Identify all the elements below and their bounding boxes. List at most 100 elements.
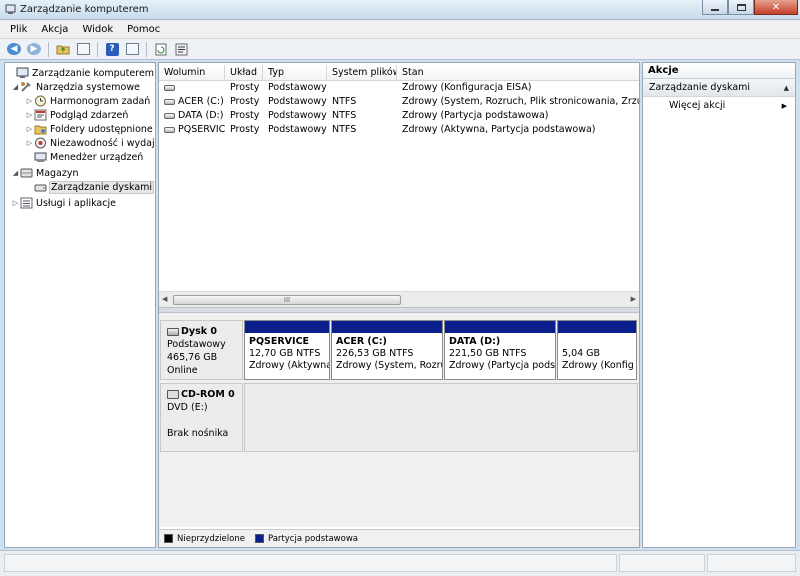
table-row[interactable]: ACER (C:) Prosty Podstawowy NTFS Zdrowy … xyxy=(159,95,639,109)
actions-title: Akcje xyxy=(643,63,795,79)
tree-item-storage[interactable]: ◢ Magazyn xyxy=(11,166,79,180)
tree-item-device-manager[interactable]: Menedżer urządzeń xyxy=(25,150,143,164)
horizontal-scrollbar[interactable]: ◀ III ▶ xyxy=(159,291,639,307)
disk-status: Online xyxy=(167,365,198,376)
volume-cell: ACER (C:) xyxy=(159,95,225,109)
hard-disk-icon xyxy=(167,327,179,336)
tree-item-label: Narzędzia systemowe xyxy=(36,81,140,93)
expand-icon[interactable]: ▷ xyxy=(25,111,34,119)
menu-view[interactable]: Widok xyxy=(75,24,120,35)
collapse-up-icon[interactable]: ▲ xyxy=(784,79,789,97)
expand-icon[interactable]: ▷ xyxy=(25,125,34,133)
minimize-icon xyxy=(711,8,719,11)
partition-acer-c[interactable]: ACER (C:) 226,53 GB NTFS Zdrowy (System,… xyxy=(331,320,443,380)
toolbar-separator xyxy=(48,41,49,57)
column-header-status[interactable]: Stan xyxy=(397,65,639,81)
expand-icon[interactable]: ▷ xyxy=(25,139,34,147)
up-folder-button[interactable] xyxy=(54,41,72,58)
volume-icon xyxy=(164,85,175,91)
window-title: Zarządzanie komputerem xyxy=(20,4,149,15)
collapse-icon[interactable]: ◢ xyxy=(11,169,20,177)
more-actions-item[interactable]: Więcej akcji ▶ xyxy=(643,97,795,115)
tree-item-system-tools[interactable]: ◢ Narzędzia systemowe xyxy=(11,80,140,94)
column-header-type[interactable]: Typ xyxy=(263,65,327,81)
back-button[interactable]: ◀ xyxy=(5,41,23,58)
menu-file[interactable]: Plik xyxy=(0,24,34,35)
partition-pqservice[interactable]: PQSERVICE 12,70 GB NTFS Zdrowy (Aktywna xyxy=(244,320,330,380)
shared-folder-icon xyxy=(34,125,47,135)
volume-cell: PQSERVICE xyxy=(159,123,225,137)
menu-bar: Plik Akcja Widok Pomoc xyxy=(0,20,800,39)
legend-item-primary: Partycja podstawowa xyxy=(254,533,358,544)
expand-icon[interactable]: ▷ xyxy=(25,97,34,105)
status-cell: Zdrowy (Konfiguracja EISA) xyxy=(402,82,532,93)
disk-management-icon xyxy=(34,184,47,192)
status-bar xyxy=(0,550,800,576)
properties-button[interactable] xyxy=(172,41,190,58)
minimize-button[interactable] xyxy=(702,0,728,15)
volume-icon xyxy=(164,127,175,133)
column-header-filesystem[interactable]: System plików xyxy=(327,65,397,81)
tree-item-reliability[interactable]: ▷ Niezawodność i wydajność xyxy=(25,136,155,150)
tree-item-root[interactable]: Zarządzanie komputerem (lokalny) xyxy=(7,66,155,80)
computer-management-icon xyxy=(16,67,29,78)
scroll-right-icon[interactable]: ▶ xyxy=(631,295,636,303)
show-hide-tree-button[interactable] xyxy=(74,41,92,58)
legend-label: Partycja podstawowa xyxy=(267,533,358,544)
tree-item-shared-folders[interactable]: ▷ Foldery udostępnione xyxy=(25,122,153,136)
partition-name: ACER (C:) xyxy=(336,336,387,347)
tree-item-task-scheduler[interactable]: ▷ Harmonogram zadań xyxy=(25,94,150,108)
partition-eisa[interactable]: 5,04 GB Zdrowy (Konfig xyxy=(557,320,637,380)
scroll-left-icon[interactable]: ◀ xyxy=(162,295,167,303)
storage-icon xyxy=(20,168,33,178)
title-bar: Zarządzanie komputerem ✕ xyxy=(0,0,800,20)
tree-item-label: Usługi i aplikacje xyxy=(36,197,116,209)
tree-item-label: Niezawodność i wydajność xyxy=(50,137,155,149)
actions-section-disk-management[interactable]: Zarządzanie dyskami ▲ xyxy=(643,79,795,97)
forward-button[interactable]: ▶ xyxy=(25,41,43,58)
back-icon: ◀ xyxy=(7,43,21,55)
actions-pane: Akcje Zarządzanie dyskami ▲ Więcej akcji… xyxy=(642,62,796,548)
partition-data-d[interactable]: DATA (D:) 221,50 GB NTFS Zdrowy (Partycj… xyxy=(444,320,556,380)
up-folder-icon xyxy=(56,45,70,55)
type-cell: Podstawowy xyxy=(268,96,327,107)
close-icon: ✕ xyxy=(771,1,781,13)
cdrom0-label[interactable]: CD-ROM 0 DVD (E:) Brak nośnika xyxy=(160,383,243,452)
column-header-volume[interactable]: Wolumin xyxy=(159,65,225,81)
tree-item-label: Zarządzanie komputerem (lokalny) xyxy=(32,67,155,79)
tree-item-services[interactable]: ▷ Usługi i aplikacje xyxy=(11,196,116,210)
disk0-label[interactable]: Dysk 0 Podstawowy 465,76 GB Online xyxy=(160,320,243,380)
table-row[interactable]: PQSERVICE Prosty Podstawowy NTFS Zdrowy … xyxy=(159,123,639,137)
partition-size: 221,50 GB NTFS xyxy=(449,348,527,359)
column-header-layout[interactable]: Układ xyxy=(225,65,263,81)
scroll-thumb[interactable]: III xyxy=(173,295,401,305)
table-row[interactable]: DATA (D:) Prosty Podstawowy NTFS Zdrowy … xyxy=(159,109,639,123)
status-cell xyxy=(4,554,617,572)
legend-swatch xyxy=(254,534,264,543)
close-button[interactable]: ✕ xyxy=(754,0,798,15)
partition-bar xyxy=(445,321,555,333)
show-hide-action-icon xyxy=(125,43,139,55)
cdrom-status: Brak nośnika xyxy=(167,428,229,439)
refresh-button[interactable] xyxy=(152,41,170,58)
maximize-button[interactable] xyxy=(728,0,754,15)
show-hide-action-button[interactable] xyxy=(123,41,141,58)
menu-help[interactable]: Pomoc xyxy=(120,24,167,35)
partition-size: 12,70 GB NTFS xyxy=(249,348,321,359)
navigation-tree: Zarządzanie komputerem (lokalny) ◢ Narzę… xyxy=(4,62,156,548)
tree-item-label: Magazyn xyxy=(36,167,79,179)
tree-item-event-viewer[interactable]: ▷ Podgląd zdarzeń xyxy=(25,108,128,122)
toolbar: ◀ ▶ ? xyxy=(0,39,800,60)
collapse-icon[interactable]: ◢ xyxy=(11,83,20,91)
menu-action[interactable]: Akcja xyxy=(34,24,75,35)
table-row[interactable]: Prosty Podstawowy Zdrowy (Konfiguracja E… xyxy=(159,81,639,95)
tree-item-label: Podgląd zdarzeń xyxy=(50,109,129,121)
disk-name: Dysk 0 xyxy=(181,326,217,337)
expand-icon[interactable]: ▷ xyxy=(11,199,20,207)
help-button[interactable]: ? xyxy=(103,41,121,58)
layout-cell: Prosty xyxy=(230,110,260,121)
services-icon xyxy=(20,197,33,209)
cdrom-drive: DVD (E:) xyxy=(167,402,208,413)
volume-cell xyxy=(159,81,225,95)
tree-item-disk-management[interactable]: Zarządzanie dyskami xyxy=(25,180,155,194)
